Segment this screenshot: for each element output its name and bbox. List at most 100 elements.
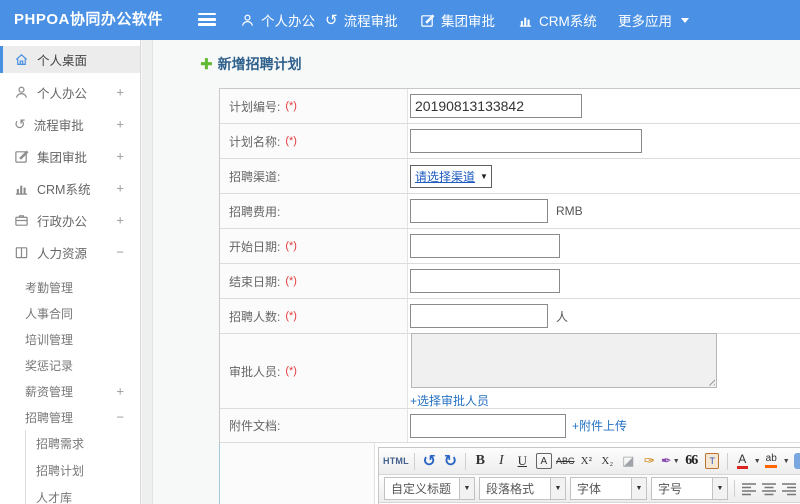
- approver-textarea[interactable]: [411, 332, 717, 388]
- collapse-toggle[interactable]: −: [116, 410, 124, 425]
- bold-button[interactable]: B: [471, 451, 490, 471]
- char-border-button[interactable]: A: [535, 453, 552, 469]
- sidebar-item-recruit-mgmt[interactable]: 招聘管理 −: [0, 404, 140, 430]
- paste-as-text-icon[interactable]: T: [703, 451, 722, 471]
- select-approver-link[interactable]: +选择审批人员: [410, 394, 489, 408]
- plan-no-input[interactable]: [410, 94, 582, 118]
- highlight-caret[interactable]: ▼: [783, 458, 790, 465]
- required-mark: (*): [285, 365, 297, 377]
- person-icon: [14, 85, 29, 100]
- field-label: 招聘渠道:: [229, 169, 281, 184]
- html-source-button[interactable]: HTML: [383, 451, 409, 471]
- clipped-toolbar-icon[interactable]: [793, 453, 800, 469]
- nav-group-approval[interactable]: 集团审批: [420, 0, 495, 40]
- nav-process-approval[interactable]: ↺ 流程审批: [325, 0, 398, 40]
- underline-button[interactable]: U: [513, 451, 532, 471]
- cost-input[interactable]: [410, 199, 548, 223]
- process-icon: ↺: [325, 11, 338, 29]
- collapse-toggle[interactable]: −: [116, 245, 124, 260]
- sidebar-item-training[interactable]: 培训管理: [0, 326, 140, 352]
- expand-toggle[interactable]: +: [116, 149, 124, 164]
- sidebar-item-talent-pool[interactable]: 人才库: [26, 484, 140, 504]
- sidebar-item-hr-contract[interactable]: 人事合同: [0, 300, 140, 326]
- brand-logo: PHPOA协同办公软件: [14, 11, 163, 28]
- align-center-icon[interactable]: [761, 482, 777, 496]
- page-title: ✚ 新增招聘计划: [200, 56, 302, 73]
- start-date-input[interactable]: [410, 234, 560, 258]
- plan-name-input[interactable]: [410, 129, 642, 153]
- sidebar-item-process-approval[interactable]: ↺ 流程审批 +: [0, 108, 140, 140]
- nav-more-apps[interactable]: 更多应用: [618, 0, 689, 40]
- highlight-color-button[interactable]: ab: [762, 451, 781, 471]
- headcount-unit: 人: [556, 309, 569, 324]
- required-mark: (*): [285, 100, 297, 112]
- form-row-cost: 招聘费用: RMB: [220, 194, 800, 229]
- font-color-button[interactable]: A: [733, 451, 752, 471]
- nav-item-label: 集团审批: [441, 14, 495, 29]
- headcount-input[interactable]: [410, 304, 548, 328]
- expand-toggle[interactable]: +: [116, 85, 124, 100]
- channel-select[interactable]: 请选择渠道 ▼: [410, 164, 492, 188]
- redo-icon[interactable]: ↻: [441, 451, 460, 471]
- sidebar-item-attendance[interactable]: 考勤管理: [0, 274, 140, 300]
- font-family-dropdown[interactable]: 字体 ▼: [570, 477, 647, 500]
- sidebar-item-desktop[interactable]: 个人桌面: [0, 46, 140, 73]
- nav-item-label: CRM系统: [539, 14, 597, 29]
- sidebar-item-group-approval[interactable]: 集团审批 +: [0, 140, 140, 172]
- sidebar-item-salary[interactable]: 薪资管理 +: [0, 378, 140, 404]
- sidebar-item-recruit-demand[interactable]: 招聘需求: [26, 430, 140, 457]
- sidebar-item-recruit-plan[interactable]: 招聘计划: [26, 457, 140, 484]
- cost-unit: RMB: [556, 204, 583, 218]
- dropdown-caret-icon: ▼: [631, 478, 646, 499]
- top-navbar: PHPOA协同办公软件 个人办公 ↺ 流程审批 集团审批 CRM系统 更多应用: [0, 0, 800, 40]
- sidebar-item-hr[interactable]: 人力资源 −: [0, 236, 140, 268]
- select-caret-icon: ▼: [480, 171, 488, 181]
- align-left-icon[interactable]: [741, 482, 757, 496]
- field-label: 招聘费用:: [229, 204, 281, 219]
- paragraph-format-dropdown[interactable]: 段落格式 ▼: [479, 477, 566, 500]
- expand-toggle[interactable]: +: [116, 213, 124, 228]
- field-label: 招聘人数:: [229, 309, 281, 324]
- field-label: 计划编号:: [229, 99, 281, 114]
- form-row-attachment: 附件文档: +附件上传: [220, 409, 800, 443]
- phpoa-app: PHPOA协同办公软件 个人办公 ↺ 流程审批 集团审批 CRM系统 更多应用 …: [0, 0, 800, 504]
- recruit-submenu: 招聘需求 招聘计划 人才库: [25, 430, 140, 504]
- expand-toggle[interactable]: +: [116, 384, 124, 399]
- strikethrough-button[interactable]: ABC: [556, 451, 575, 471]
- process-icon: ↺: [14, 116, 26, 132]
- sidebar-item-personal-office[interactable]: 个人办公 +: [0, 76, 140, 108]
- subscript-button[interactable]: X₂: [598, 451, 617, 471]
- format-painter-icon[interactable]: ✒ ▼: [661, 451, 680, 471]
- editor-toolbar-row1: HTML ↺ ↻ B I U A ABC X² X₂ ◪ ✑ ✒ ▼ 66 T …: [379, 448, 800, 475]
- attachment-upload-link[interactable]: +附件上传: [572, 417, 627, 434]
- form-row-plan-name: 计划名称: (*): [220, 124, 800, 159]
- sidebar-item-rewards[interactable]: 奖惩记录: [0, 352, 140, 378]
- align-right-icon[interactable]: [781, 482, 797, 496]
- dropdown-caret-icon: ▼: [712, 478, 727, 499]
- required-mark: (*): [285, 240, 297, 252]
- font-color-caret[interactable]: ▼: [754, 458, 761, 465]
- eraser-icon[interactable]: ◪: [619, 451, 638, 471]
- sidebar-item-admin-office[interactable]: 行政办公 +: [0, 204, 140, 236]
- sidebar-item-crm[interactable]: CRM系统 +: [0, 172, 140, 204]
- expand-toggle[interactable]: +: [116, 117, 124, 132]
- end-date-input[interactable]: [410, 269, 560, 293]
- expand-toggle[interactable]: +: [116, 181, 124, 196]
- nav-personal-office[interactable]: 个人办公: [240, 0, 315, 40]
- attachment-input[interactable]: [410, 413, 566, 438]
- field-label: 审批人员:: [229, 364, 281, 379]
- undo-icon[interactable]: ↺: [420, 451, 439, 471]
- sidebar-item-label: 集团审批: [37, 150, 88, 165]
- edit-icon: [420, 13, 435, 28]
- hamburger-menu-icon[interactable]: [198, 13, 216, 27]
- nav-crm-system[interactable]: CRM系统: [518, 0, 597, 40]
- superscript-button[interactable]: X²: [577, 451, 596, 471]
- clear-format-icon[interactable]: ✑: [640, 451, 659, 471]
- italic-button[interactable]: I: [492, 451, 511, 471]
- edit-icon: [14, 149, 29, 164]
- nav-item-label: 个人办公: [261, 14, 315, 29]
- font-size-dropdown[interactable]: 字号 ▼: [651, 477, 728, 500]
- blockquote-button[interactable]: 66: [682, 451, 701, 471]
- custom-title-dropdown[interactable]: 自定义标题 ▼: [384, 477, 475, 500]
- chart-icon: [518, 13, 533, 28]
